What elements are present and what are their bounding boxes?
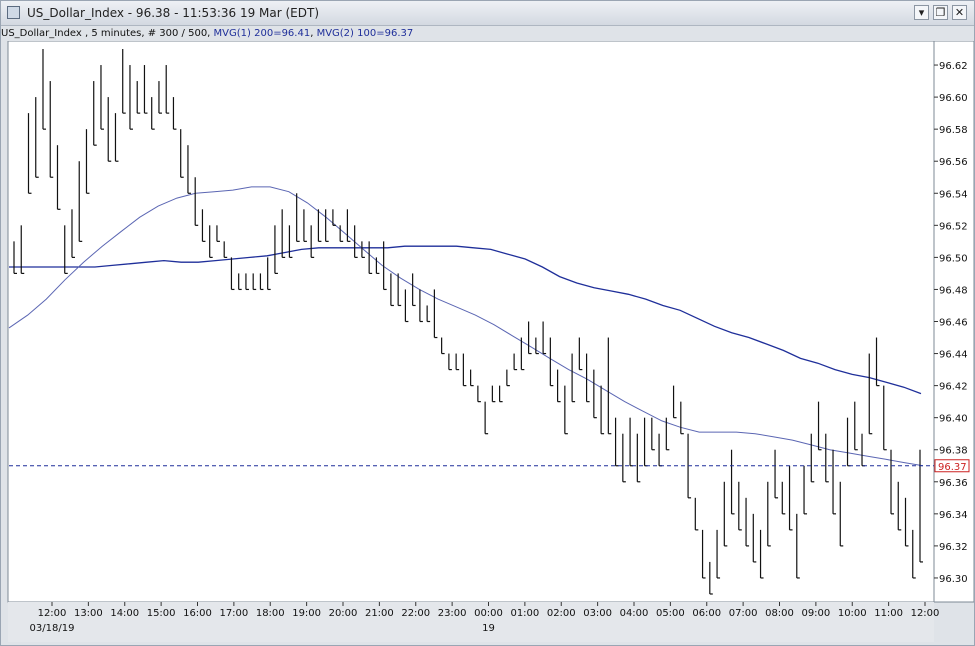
x-tick-label: 14:00: [110, 608, 139, 619]
y-tick-label: 96.32: [939, 542, 968, 553]
restore-icon[interactable]: ❐: [933, 5, 948, 20]
x-tick-label: 07:00: [729, 608, 758, 619]
x-tick-label: 00:00: [474, 608, 503, 619]
x-tick-label: 12:00: [38, 608, 67, 619]
y-tick-label: 96.54: [939, 189, 968, 200]
y-tick-label: 96.46: [939, 318, 968, 329]
x-tick-label: 19:00: [292, 608, 321, 619]
plot-area: [7, 41, 935, 603]
x-tick-label: 15:00: [147, 608, 176, 619]
x-tick-label: 05:00: [656, 608, 685, 619]
y-tick-label: 96.58: [939, 125, 968, 136]
app-icon: [7, 6, 20, 19]
y-tick-label: 96.40: [939, 414, 968, 425]
y-tick-label: 96.42: [939, 382, 968, 393]
y-tick-label: 96.56: [939, 157, 968, 168]
chart-info-bar: US_Dollar_Index , 5 minutes, # 300 / 500…: [1, 26, 974, 41]
chart-window: US_Dollar_Index - 96.38 - 11:53:36 19 Ma…: [0, 0, 975, 646]
y-tick-label: 96.60: [939, 93, 968, 104]
x-tick-label: 02:00: [547, 608, 576, 619]
x-tick-label: 23:00: [438, 608, 467, 619]
x-tick-label: 09:00: [801, 608, 830, 619]
symbol-info: US_Dollar_Index , 5 minutes, # 300 / 500…: [1, 28, 214, 39]
title-bar[interactable]: US_Dollar_Index - 96.38 - 11:53:36 19 Ma…: [1, 1, 974, 26]
window-title: US_Dollar_Index - 96.38 - 11:53:36 19 Ma…: [27, 6, 320, 20]
date-label: 19: [482, 623, 495, 634]
close-icon[interactable]: ✕: [952, 5, 967, 20]
x-tick-label: 03:00: [583, 608, 612, 619]
y-tick-label: 96.38: [939, 446, 968, 457]
y-tick-label: 96.50: [939, 253, 968, 264]
y-tick-label: 96.30: [939, 574, 968, 585]
x-tick-label: 08:00: [765, 608, 794, 619]
y-tick-label: 96.62: [939, 61, 968, 72]
last-price-label: 96.37: [938, 462, 967, 473]
y-tick-label: 96.52: [939, 221, 968, 232]
mvg2-info: MVG(2) 100=96.37: [316, 28, 414, 39]
x-tick-label: 17:00: [219, 608, 248, 619]
x-tick-label: 18:00: [256, 608, 285, 619]
x-tick-label: 13:00: [74, 608, 103, 619]
date-label: 03/18/19: [30, 623, 75, 634]
x-tick-label: 10:00: [838, 608, 867, 619]
x-tick-label: 04:00: [620, 608, 649, 619]
mvg1-info: MVG(1) 200=96.41: [213, 28, 311, 39]
x-tick-label: 22:00: [401, 608, 430, 619]
x-tick-label: 20:00: [329, 608, 358, 619]
x-tick-label: 12:00: [911, 608, 940, 619]
x-tick-label: 21:00: [365, 608, 394, 619]
x-tick-label: 11:00: [874, 608, 903, 619]
y-tick-label: 96.36: [939, 478, 968, 489]
y-tick-label: 96.34: [939, 510, 968, 521]
y-tick-label: 96.48: [939, 285, 968, 296]
x-tick-label: 01:00: [510, 608, 539, 619]
x-tick-label: 06:00: [692, 608, 721, 619]
y-tick-label: 96.44: [939, 350, 968, 361]
price-chart[interactable]: 96.62 96.60 96.58 96.56 96.54 96.52 96.50 96.48…: [1, 41, 974, 645]
pin-icon[interactable]: ▾: [914, 5, 929, 20]
x-tick-label: 16:00: [183, 608, 212, 619]
